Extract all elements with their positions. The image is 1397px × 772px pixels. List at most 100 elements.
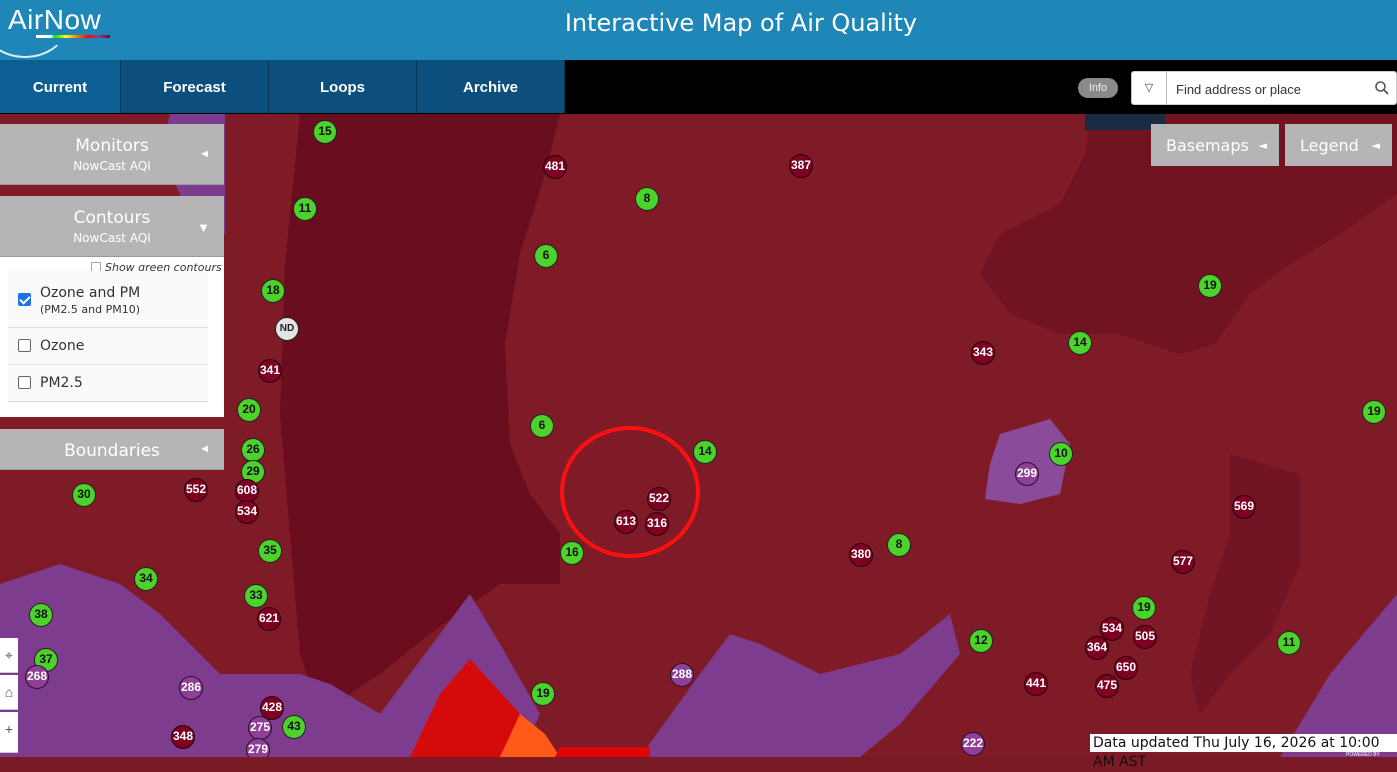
layer-sublabel: (PM2.5 and PM10)	[40, 303, 141, 316]
monitors-subtitle: NowCast AQI	[73, 159, 151, 173]
monitor-marker[interactable]: 343	[971, 341, 995, 365]
monitor-marker[interactable]: 316	[645, 512, 669, 536]
monitor-marker[interactable]: 552	[184, 478, 208, 502]
contour-unhealthy	[555, 747, 650, 757]
contours-subtitle: NowCast AQI	[73, 231, 151, 245]
monitor-marker[interactable]: 19	[1198, 274, 1222, 298]
monitor-marker[interactable]: 11	[1277, 631, 1301, 655]
search-source-dropdown[interactable]: ▽	[1132, 72, 1167, 104]
collapse-arrow-icon: ◄	[1371, 139, 1380, 152]
monitor-marker[interactable]: 348	[171, 725, 195, 749]
monitors-panel-header[interactable]: Monitors NowCast AQI ◄	[0, 124, 224, 185]
powered-by-label: POWERED BY	[1346, 752, 1380, 758]
monitor-marker[interactable]: 19	[531, 682, 555, 706]
legend-button[interactable]: Legend ◄	[1285, 124, 1392, 166]
zoom-in-button[interactable]: +	[0, 712, 18, 753]
monitor-marker[interactable]: 33	[244, 584, 268, 608]
layer-label: PM2.5	[40, 375, 83, 391]
monitor-marker[interactable]: 8	[635, 187, 659, 211]
monitor-marker[interactable]: 222	[961, 732, 985, 756]
monitor-marker[interactable]: 20	[237, 398, 261, 422]
monitor-marker[interactable]: 650	[1114, 656, 1138, 680]
monitor-marker[interactable]: 286	[179, 676, 203, 700]
monitor-marker[interactable]: 475	[1095, 674, 1119, 698]
monitor-marker[interactable]: 341	[258, 359, 282, 383]
monitor-marker[interactable]: 621	[257, 607, 281, 631]
boundaries-panel-header[interactable]: Boundaries ◄	[0, 429, 224, 470]
monitor-marker[interactable]: 6	[534, 244, 558, 268]
search-icon[interactable]	[1374, 80, 1390, 96]
monitor-marker[interactable]: 38	[29, 603, 53, 627]
tab-loops[interactable]: Loops	[269, 60, 417, 113]
monitor-marker[interactable]: 299	[1015, 462, 1039, 486]
checkbox-ozone-pm[interactable]	[18, 293, 31, 306]
crosshair-icon: ⌖	[5, 647, 13, 663]
search-input[interactable]	[1174, 78, 1368, 100]
basemaps-label: Basemaps	[1166, 136, 1249, 155]
monitor-marker[interactable]: 14	[693, 440, 717, 464]
contours-panel-header[interactable]: Contours NowCast AQI ▼	[0, 196, 224, 257]
basemaps-button[interactable]: Basemaps ◄	[1151, 124, 1279, 166]
checkbox-pm25[interactable]	[18, 376, 31, 389]
collapse-arrow-icon: ◄	[199, 443, 210, 455]
monitor-marker[interactable]: 16	[560, 541, 584, 565]
monitor-marker[interactable]: 522	[647, 487, 671, 511]
locate-button[interactable]: ⌖	[0, 638, 18, 673]
legend-label: Legend	[1300, 136, 1359, 155]
monitors-title: Monitors	[75, 136, 149, 156]
monitor-marker[interactable]: 534	[235, 500, 259, 524]
monitor-marker[interactable]: 10	[1049, 442, 1073, 466]
monitor-marker[interactable]: 19	[1132, 596, 1156, 620]
checkbox-ozone[interactable]	[18, 339, 31, 352]
tab-current[interactable]: Current	[0, 60, 121, 113]
monitor-marker[interactable]: 275	[248, 716, 272, 740]
monitor-marker[interactable]: 387	[789, 154, 813, 178]
monitor-marker[interactable]: 577	[1171, 550, 1195, 574]
monitor-marker[interactable]: 8	[887, 533, 911, 557]
home-button[interactable]: ⌂	[0, 675, 18, 710]
layer-label: Ozone	[40, 338, 85, 354]
monitor-marker[interactable]: 19	[1362, 400, 1386, 424]
monitor-marker[interactable]: 364	[1085, 636, 1109, 660]
monitor-marker[interactable]: 613	[614, 510, 638, 534]
monitor-marker[interactable]: 279	[246, 738, 270, 757]
monitor-marker[interactable]: 30	[72, 483, 96, 507]
monitor-marker[interactable]: 12	[969, 629, 993, 653]
expand-arrow-icon: ▼	[197, 220, 210, 235]
monitor-marker[interactable]: 18	[261, 279, 285, 303]
contours-title: Contours	[73, 208, 151, 228]
collapse-arrow-icon: ◄	[1258, 139, 1267, 152]
monitor-marker[interactable]: 441	[1024, 672, 1048, 696]
monitor-marker[interactable]: 14	[1068, 331, 1092, 355]
monitor-marker[interactable]: 26	[241, 438, 265, 462]
home-icon: ⌂	[4, 684, 14, 700]
app-header: AirNow Interactive Map of Air Quality	[0, 0, 1397, 60]
boundaries-title: Boundaries	[64, 441, 160, 461]
plus-icon: +	[4, 721, 14, 737]
monitor-marker[interactable]: 11	[293, 197, 317, 221]
contours-panel-body: Show green contours Ozone and PM (PM2.5 …	[0, 257, 224, 417]
data-updated-label: Data updated Thu July 16, 2026 at 10:00 …	[1090, 734, 1397, 770]
layer-ozone[interactable]: Ozone	[8, 328, 208, 365]
monitor-marker[interactable]: 35	[258, 539, 282, 563]
monitor-marker[interactable]: 481	[543, 155, 567, 179]
layer-label: Ozone and PM	[40, 285, 141, 301]
tab-archive[interactable]: Archive	[417, 60, 565, 113]
collapse-arrow-icon: ◄	[199, 148, 210, 160]
monitor-marker[interactable]: ND	[275, 317, 299, 341]
info-toggle[interactable]: Info	[1078, 78, 1118, 98]
monitor-marker[interactable]: 505	[1133, 625, 1157, 649]
page-title: Interactive Map of Air Quality	[564, 9, 918, 37]
monitor-marker[interactable]: 34	[134, 567, 158, 591]
monitor-marker[interactable]: 268	[25, 665, 49, 689]
tab-forecast[interactable]: Forecast	[121, 60, 269, 113]
monitor-marker[interactable]: 15	[313, 120, 337, 144]
monitor-marker[interactable]: 43	[282, 715, 306, 739]
monitor-marker[interactable]: 569	[1232, 495, 1256, 519]
chevron-down-icon: ▽	[1144, 82, 1154, 94]
monitor-marker[interactable]: 6	[530, 414, 554, 438]
layer-ozone-pm[interactable]: Ozone and PM (PM2.5 and PM10)	[8, 271, 208, 328]
monitor-marker[interactable]: 288	[670, 663, 694, 687]
layer-pm25[interactable]: PM2.5	[8, 365, 208, 402]
monitor-marker[interactable]: 380	[849, 543, 873, 567]
